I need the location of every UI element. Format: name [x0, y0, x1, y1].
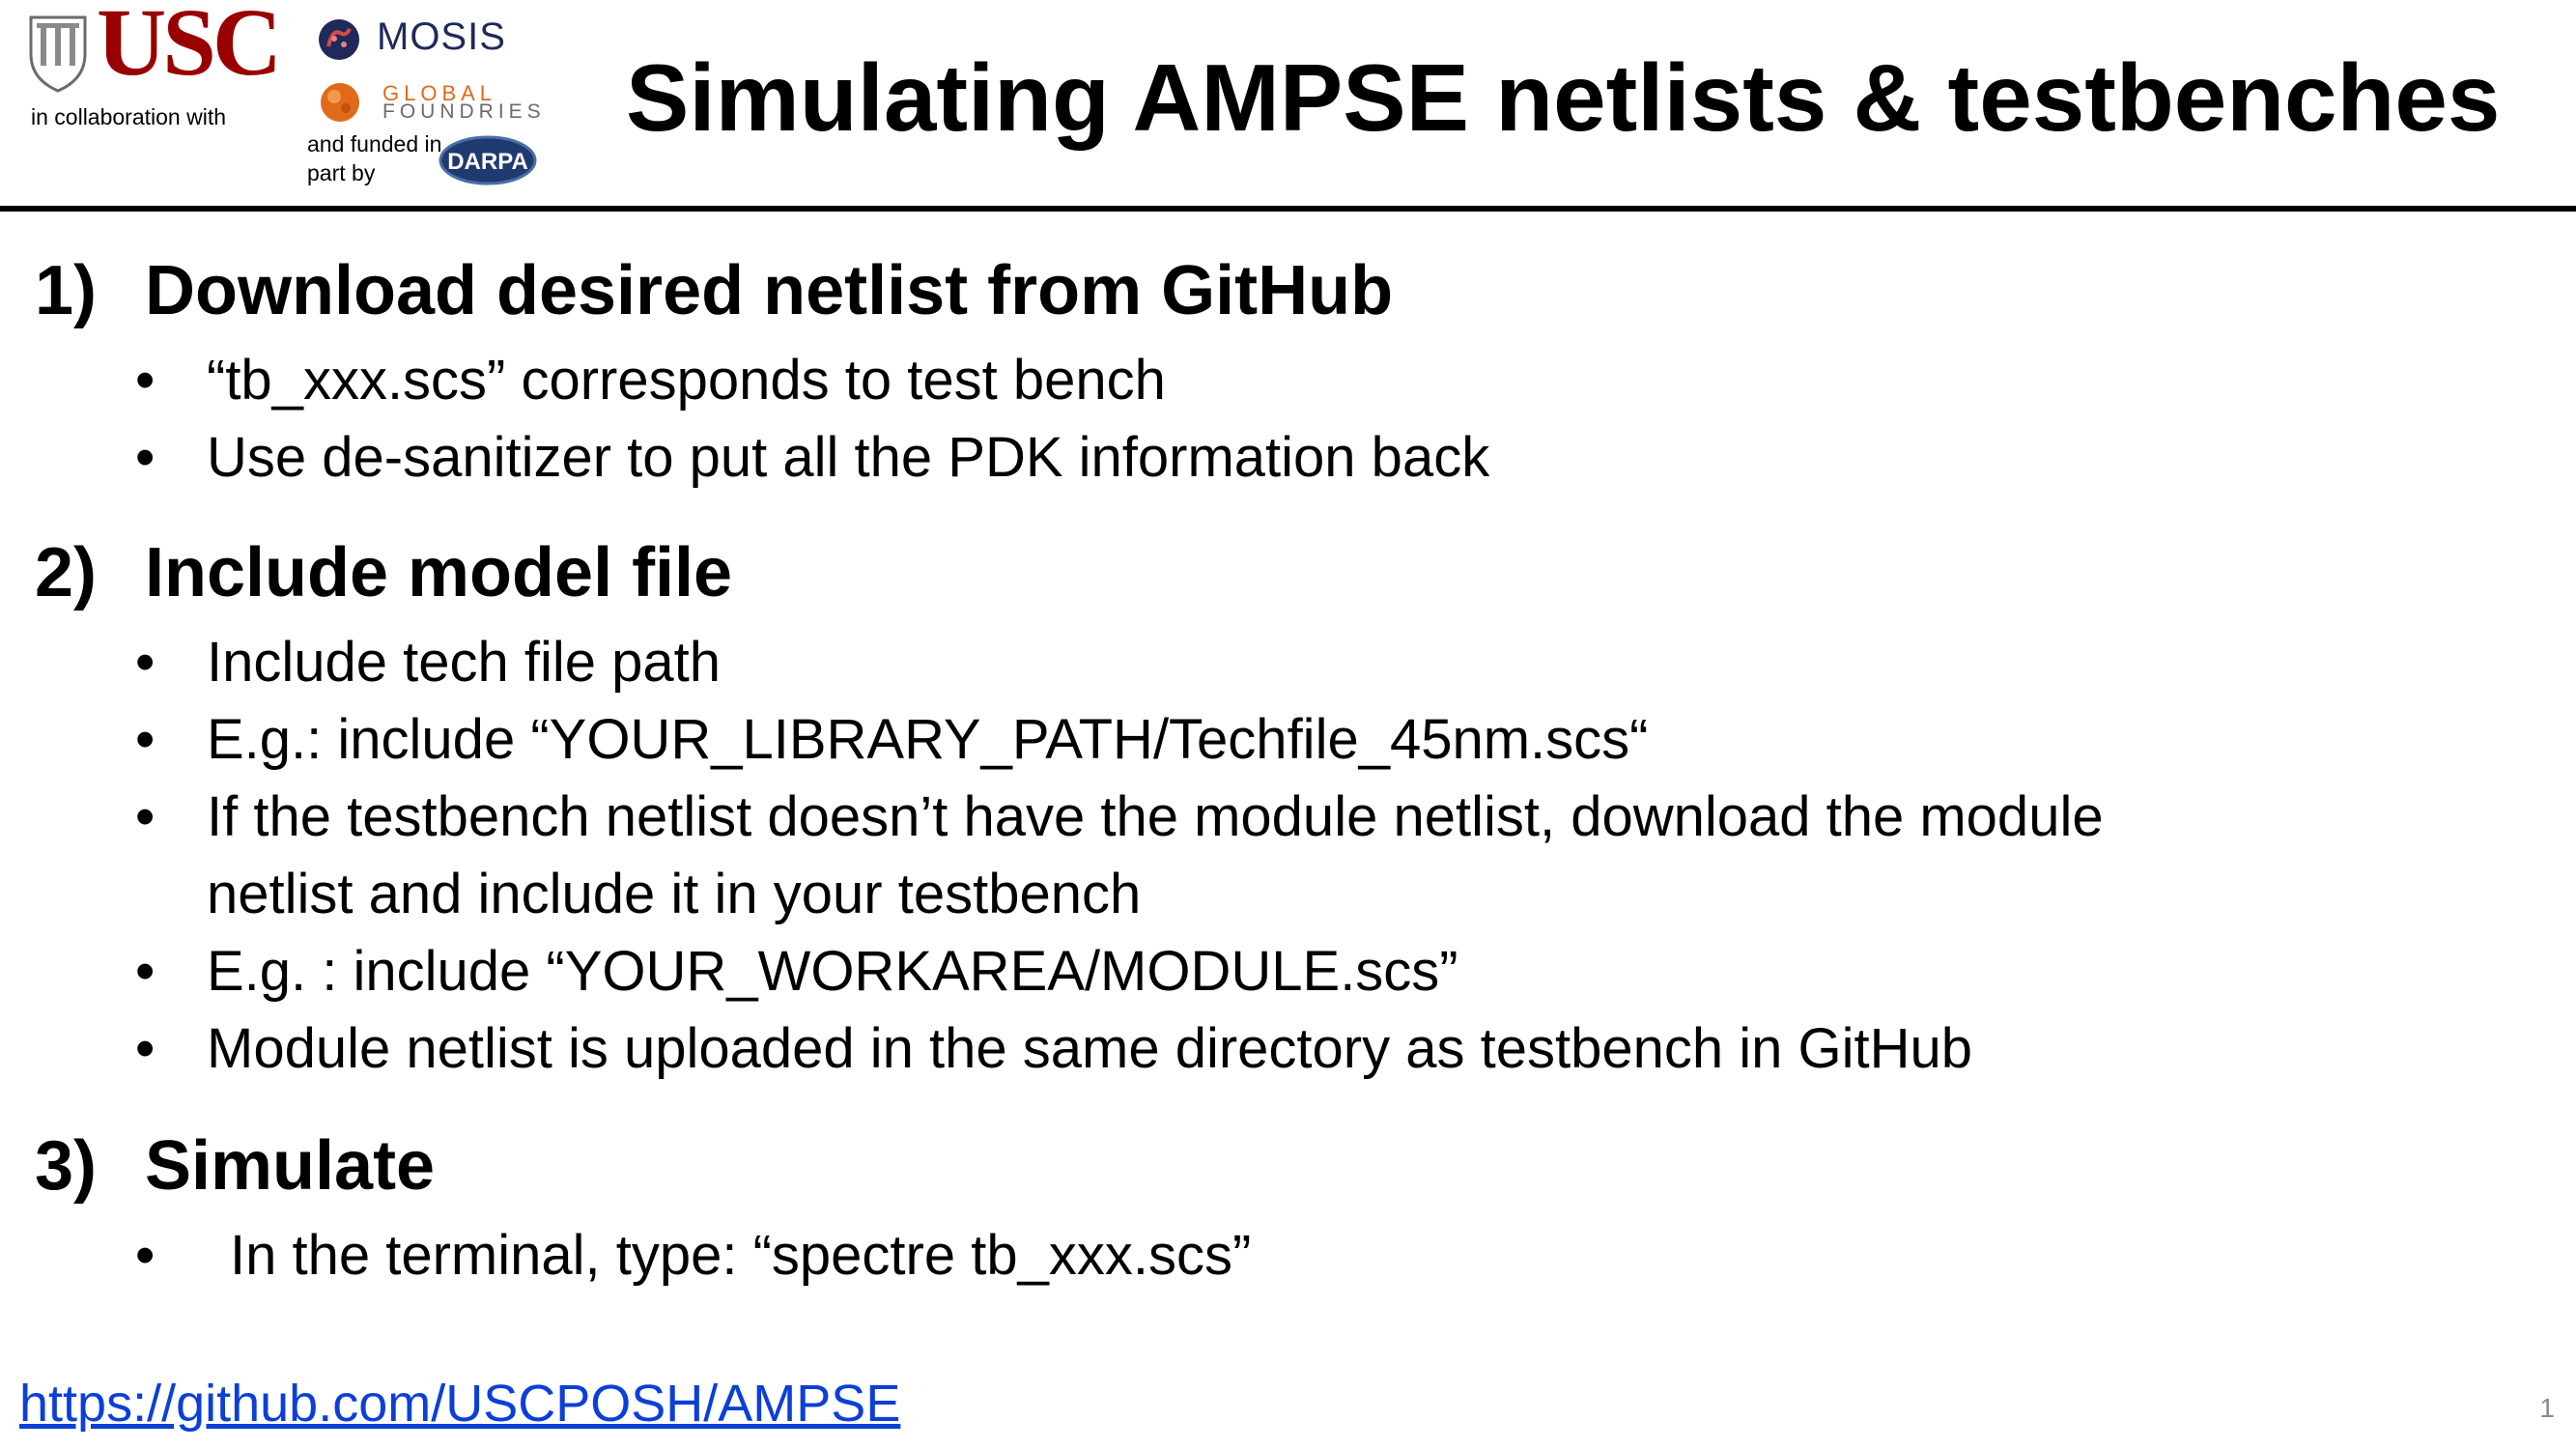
darpa-logo: DARPA — [439, 135, 537, 185]
bullet-icon: • — [135, 1017, 156, 1080]
slide-title: Simulating AMPSE netlists & testbenches — [626, 44, 2501, 151]
bullet-icon: • — [135, 708, 156, 771]
slide-header: USC in collaboration with MOSIS GLOBAL F… — [0, 0, 2576, 207]
bullet-icon: • — [135, 1224, 156, 1287]
usc-shield-icon — [29, 15, 87, 93]
list-item-text: In the terminal, type: “spectre tb_xxx.s… — [230, 1224, 1252, 1287]
globalfoundries-text-line2: FOUNDRIES — [382, 100, 546, 123]
bullet-icon: • — [135, 940, 156, 1003]
mosis-logo-text: MOSIS — [377, 15, 506, 58]
section-heading-1: 1) Download desired netlist from GitHub — [35, 249, 1393, 332]
collaboration-text: in collaboration with — [31, 104, 227, 129]
section-heading-text: Download desired netlist from GitHub — [145, 252, 1394, 329]
list-item-text: “tb_xxx.scs” corresponds to test bench — [207, 349, 1166, 412]
list-item-text: Use de-sanitizer to put all the PDK info… — [207, 426, 1490, 489]
funded-text: and funded in part by — [307, 131, 442, 185]
header-divider — [0, 206, 2576, 212]
bullet-icon: • — [135, 349, 156, 412]
list-item-text: E.g.: include “YOUR_LIBRARY_PATH/Techfil… — [207, 708, 1649, 771]
section-heading-text: Simulate — [145, 1127, 436, 1205]
globalfoundries-logo-icon — [321, 83, 359, 122]
list-item-text: If the testbench netlist doesn’t have th… — [207, 785, 2104, 848]
list-item-text: Include tech file path — [207, 631, 722, 694]
list-item-text: netlist and include it in your testbench — [207, 863, 1142, 925]
section-number: 3) — [35, 1127, 98, 1205]
page-number: 1 — [2539, 1393, 2555, 1423]
list-item-text: E.g. : include “YOUR_WORKAREA/MODULE.scs… — [207, 940, 1458, 1003]
section-number: 1) — [35, 252, 98, 329]
bullet-icon: • — [135, 631, 156, 694]
section-heading-3: 3) Simulate — [35, 1124, 435, 1208]
bullet-icon: • — [135, 426, 156, 489]
darpa-logo-text: DARPA — [447, 149, 528, 175]
github-link[interactable]: https://github.com/USCPOSH/AMPSE — [19, 1374, 900, 1434]
mosis-logo-icon — [319, 19, 359, 60]
bullet-icon: • — [135, 785, 156, 848]
section-heading-text: Include model file — [145, 534, 733, 611]
section-number: 2) — [35, 534, 98, 611]
section-heading-2: 2) Include model file — [35, 531, 732, 614]
list-item-text: Module netlist is uploaded in the same d… — [207, 1017, 1972, 1080]
usc-logo-text: USC — [97, 0, 282, 96]
